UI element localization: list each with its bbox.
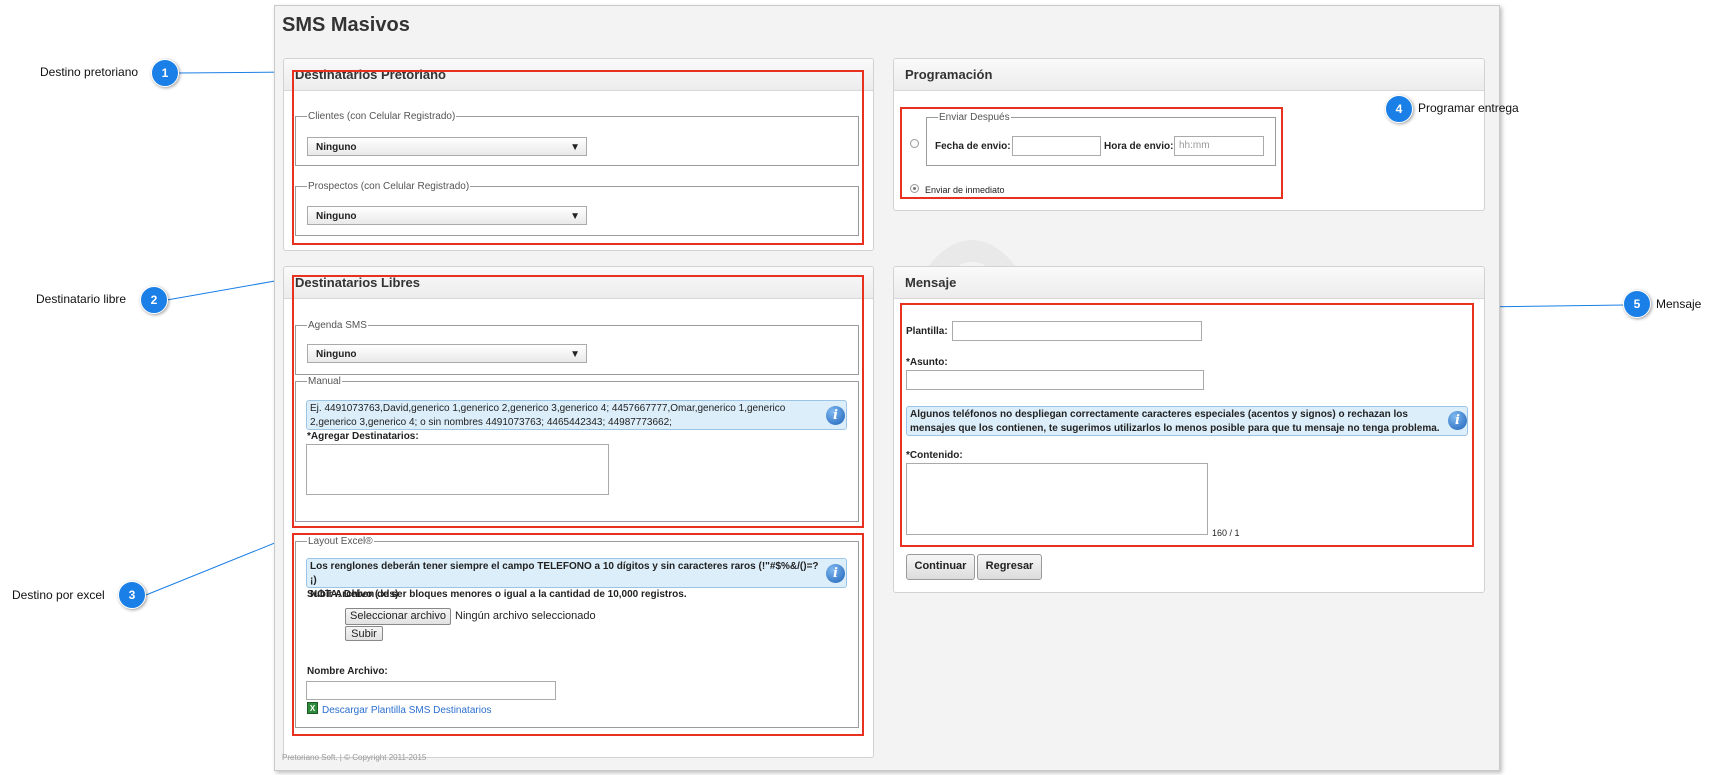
page-title: SMS Masivos — [282, 14, 410, 36]
highlight-destinatario-libre — [292, 275, 864, 528]
highlight-destino-pretoriano — [292, 70, 864, 245]
continuar-button[interactable]: Continuar — [906, 554, 975, 580]
callout-badge-3: 3 — [118, 581, 146, 609]
regresar-button[interactable]: Regresar — [977, 554, 1042, 580]
copyright-footer: Pretoriano Soft. | © Copyright 2011-2015 — [282, 753, 427, 762]
callout-label-3: Destino por excel — [12, 588, 105, 602]
callout-label-1: Destino pretoriano — [40, 65, 139, 79]
callout-badge-4: 4 — [1385, 95, 1413, 123]
mensaje-heading: Mensaje — [894, 267, 1484, 299]
programacion-heading: Programación — [894, 59, 1484, 91]
callout-label-4: Programar entrega — [1418, 101, 1519, 115]
highlight-programar-entrega — [900, 107, 1283, 199]
callout-label-5: Mensaje — [1656, 297, 1702, 311]
highlight-mensaje — [900, 303, 1474, 547]
callout-badge-1: 1 — [151, 59, 179, 87]
callout-label-2: Destinatario libre — [36, 292, 127, 306]
highlight-destino-excel — [292, 533, 864, 736]
callout-badge-5: 5 — [1623, 290, 1651, 318]
callout-badge-2: 2 — [140, 286, 168, 314]
